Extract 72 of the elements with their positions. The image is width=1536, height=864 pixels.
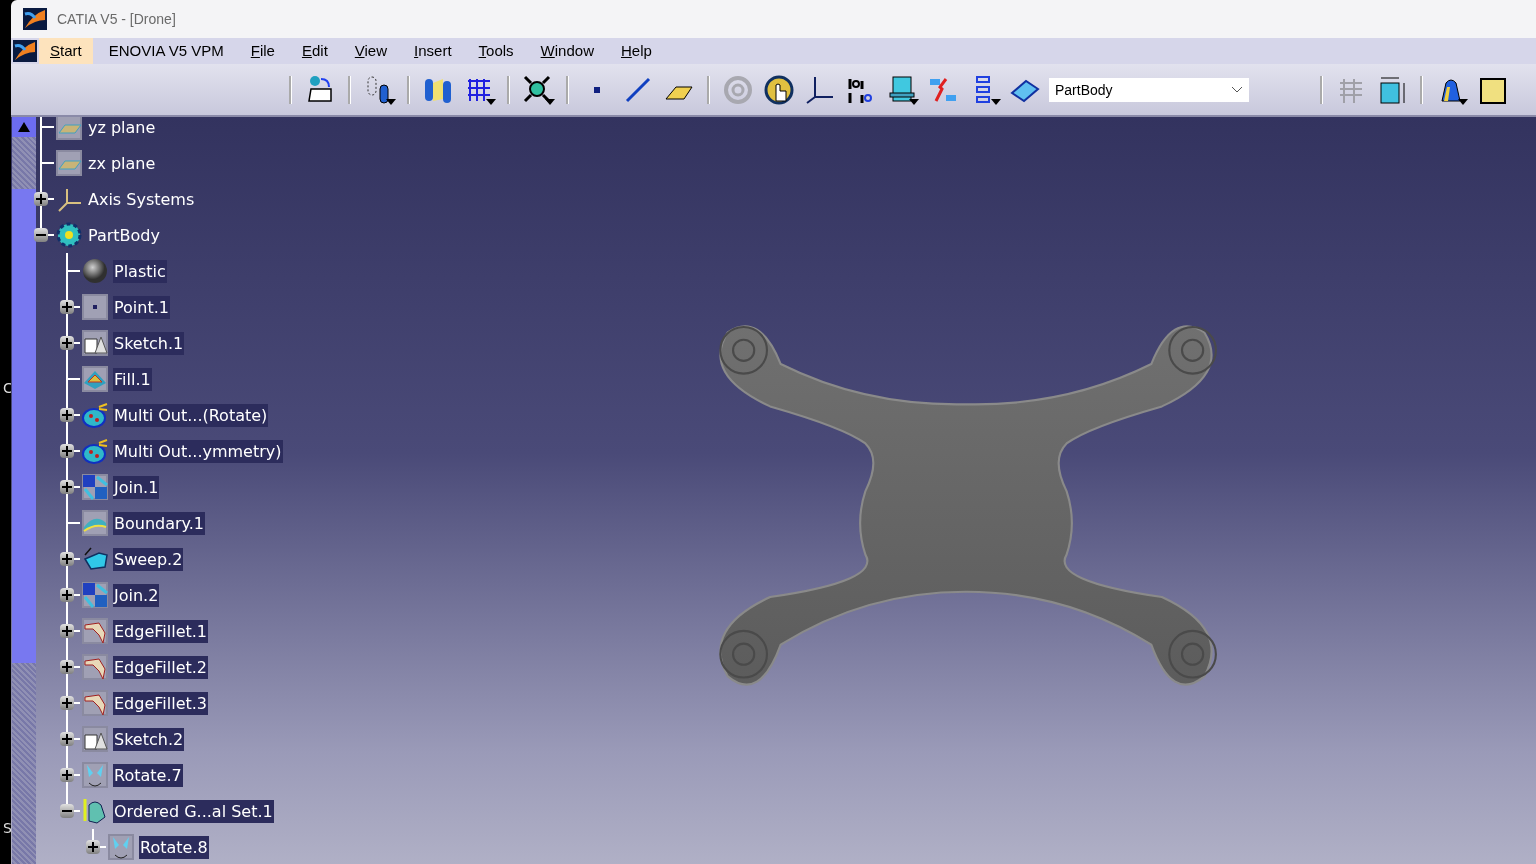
tree-item-label[interactable]: Fill.1	[113, 367, 152, 391]
tree-item-label[interactable]: EdgeFillet.1	[113, 619, 209, 643]
expand-icon[interactable]	[60, 732, 74, 746]
surface-set-icon	[80, 401, 110, 429]
app-logo-icon	[23, 8, 47, 30]
plane-icon	[54, 149, 84, 177]
tree-item-label[interactable]: PartBody	[87, 223, 161, 247]
expand-icon[interactable]	[60, 588, 74, 602]
tree-item-label[interactable]: yz plane	[87, 117, 157, 139]
edge-letter: S	[3, 820, 12, 836]
tree-item-label[interactable]: Boundary.1	[113, 511, 206, 535]
menu-item[interactable]: View	[343, 38, 399, 64]
collapse-icon[interactable]	[34, 228, 48, 242]
fillet-feature-icon	[80, 653, 110, 681]
menu-item[interactable]: Help	[610, 38, 663, 64]
sketch-feature-icon	[80, 329, 110, 357]
rotate-feature-icon	[106, 833, 136, 861]
expand-icon[interactable]	[60, 768, 74, 782]
chevron-icon	[1231, 85, 1243, 94]
boundary-feature-icon	[80, 509, 110, 537]
tree-item-label[interactable]: Rotate.8	[139, 835, 209, 859]
start-logo-icon	[13, 40, 37, 62]
tree-item-label[interactable]: zx plane	[87, 151, 157, 175]
menu-item[interactable]: Insert	[403, 38, 463, 64]
scrollbar-thumb[interactable]	[12, 189, 36, 663]
expand-icon[interactable]	[60, 552, 74, 566]
surface-set-icon	[80, 437, 110, 465]
fillet-feature-icon	[80, 617, 110, 645]
expand-icon[interactable]	[86, 840, 100, 854]
tree-item-label[interactable]: Axis Systems	[87, 187, 196, 211]
body-dropdown[interactable]: PartBody	[1049, 77, 1249, 102]
join-feature-icon	[80, 473, 110, 501]
tree-item-label[interactable]: Sweep.2	[113, 547, 184, 571]
expand-icon[interactable]	[60, 300, 74, 314]
menu-item[interactable]: Start	[39, 38, 93, 64]
sketch-feature-icon	[80, 725, 110, 753]
expand-icon[interactable]	[60, 408, 74, 422]
expand-icon[interactable]	[60, 624, 74, 638]
tree-item-label[interactable]: Multi Out...ymmetry)	[113, 439, 283, 463]
collapse-icon[interactable]	[60, 804, 74, 818]
point-feature-icon	[80, 293, 110, 321]
expand-icon[interactable]	[60, 444, 74, 458]
tree-item-label[interactable]: Point.1	[113, 295, 170, 319]
gear-icon	[54, 221, 84, 249]
expand-icon[interactable]	[60, 660, 74, 674]
sphere-icon	[80, 257, 110, 285]
tree-item-label[interactable]: Join.1	[113, 475, 160, 499]
expand-icon[interactable]	[60, 336, 74, 350]
menu-item[interactable]: Window	[529, 38, 605, 64]
menu-item[interactable]: Edit	[290, 38, 339, 64]
expand-icon[interactable]	[34, 192, 48, 206]
tree-item-label[interactable]: Multi Out...(Rotate)	[113, 403, 269, 427]
fillet-feature-icon	[80, 689, 110, 717]
menu-item[interactable]: Tools	[467, 38, 525, 64]
fill-feature-icon	[80, 365, 110, 393]
expand-icon[interactable]	[60, 696, 74, 710]
join-feature-icon	[80, 581, 110, 609]
tree-item-label[interactable]: Join.2	[113, 583, 160, 607]
expand-icon[interactable]	[60, 480, 74, 494]
tree-item-label[interactable]: EdgeFillet.2	[113, 655, 209, 679]
up-arrow-icon	[18, 122, 30, 132]
rotate-feature-icon	[80, 761, 110, 789]
scroll-up-button[interactable]	[12, 117, 36, 137]
tree-item-label[interactable]: Rotate.7	[113, 763, 183, 787]
tree-item-label[interactable]: EdgeFillet.3	[113, 691, 209, 715]
tree-item-label[interactable]: Sketch.1	[113, 331, 185, 355]
window-title: CATIA V5 - [Drone]	[57, 11, 176, 27]
tree-item-label[interactable]: Plastic	[113, 259, 167, 283]
menu-item[interactable]: File	[239, 38, 286, 64]
tree-item-label[interactable]: Ordered G...al Set.1	[113, 799, 274, 823]
tree-item-label[interactable]: Sketch.2	[113, 727, 185, 751]
menu-item[interactable]: ENOVIA V5 VPM	[97, 38, 235, 64]
